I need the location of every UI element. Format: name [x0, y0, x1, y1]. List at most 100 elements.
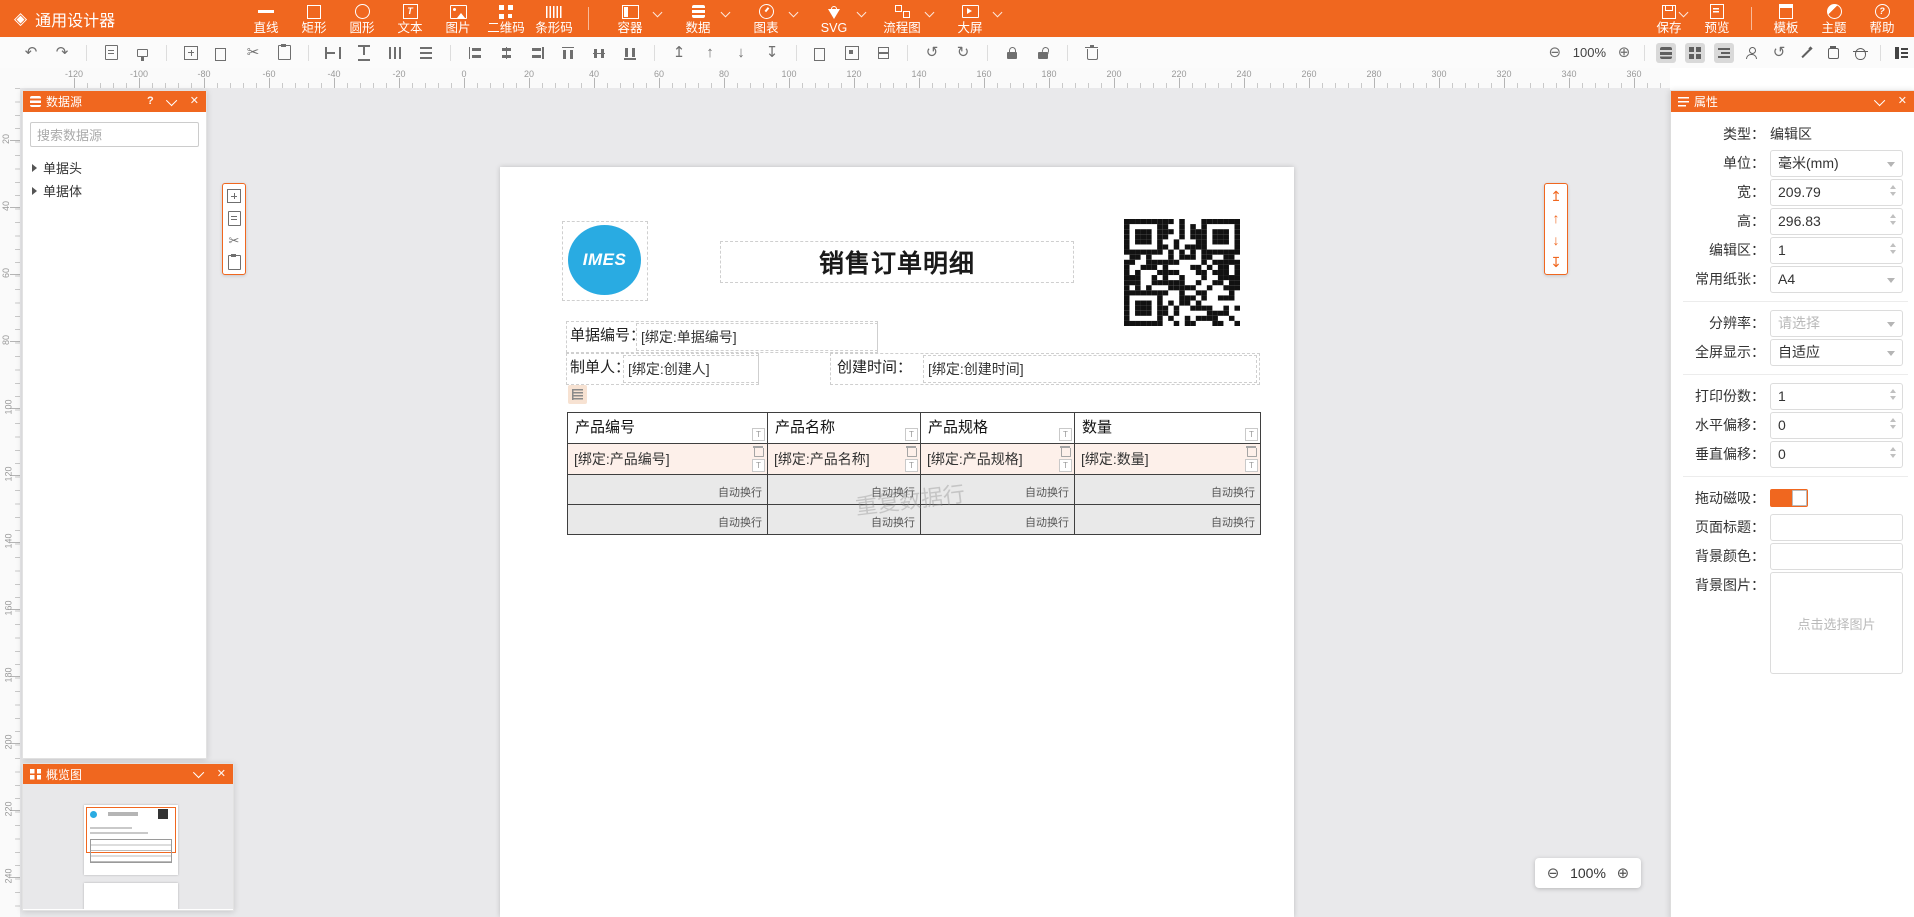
delete-binding-icon[interactable]: [754, 448, 764, 457]
table-autowrap-cell[interactable]: 自动换行: [1075, 505, 1261, 535]
datasource-tree-item[interactable]: 单据体: [23, 179, 206, 202]
datasource-tree-item[interactable]: 单据头: [23, 156, 206, 179]
align-center-icon[interactable]: [497, 44, 515, 62]
topbar-tool[interactable]: 流程图: [871, 0, 939, 37]
topbar-tool[interactable]: 文本: [386, 0, 434, 37]
spinner-icons[interactable]: [1890, 185, 1896, 196]
text-style-icon[interactable]: T: [1245, 428, 1258, 441]
table-autowrap-cell[interactable]: 自动换行: [768, 475, 921, 505]
equal-width-icon[interactable]: [324, 44, 342, 62]
property-text-input[interactable]: [1770, 543, 1903, 570]
background-image-picker[interactable]: 点击选择图片: [1770, 572, 1903, 674]
distribute-horizontal-icon[interactable]: [386, 44, 404, 62]
zoom-out-icon[interactable]: ⊖: [1546, 44, 1564, 62]
table-binding-cell[interactable]: [绑定:数量]T: [1075, 444, 1261, 475]
chevron-down-icon[interactable]: [857, 8, 867, 18]
text-style-icon[interactable]: T: [752, 459, 765, 472]
close-icon[interactable]: ✕: [217, 769, 226, 780]
property-number-input[interactable]: 1: [1770, 237, 1903, 264]
zoom-in-icon[interactable]: ⊕: [1615, 865, 1631, 881]
create-time-binding[interactable]: [绑定:创建时间]: [923, 355, 1257, 383]
text-style-icon[interactable]: T: [1059, 428, 1072, 441]
close-icon[interactable]: ✕: [1898, 96, 1907, 107]
company-logo[interactable]: IMES: [568, 225, 641, 295]
chevron-down-icon[interactable]: [721, 8, 731, 18]
delete-binding-icon[interactable]: [1061, 448, 1071, 457]
topbar-tool[interactable]: 数据: [667, 0, 735, 37]
unlock-icon[interactable]: [1034, 44, 1052, 62]
topbar-tool[interactable]: 帮助: [1858, 0, 1906, 37]
topbar-tool[interactable]: 图表: [735, 0, 803, 37]
cut-icon[interactable]: ✂: [244, 44, 262, 62]
topbar-tool[interactable]: 模板: [1762, 0, 1810, 37]
create-time-field[interactable]: 创建时间： [绑定:创建时间]: [830, 353, 1260, 385]
send-to-back-icon[interactable]: ↧: [763, 44, 781, 62]
topbar-tool[interactable]: 矩形: [290, 0, 338, 37]
table-autowrap-cell[interactable]: 自动换行: [568, 505, 768, 535]
topbar-tool[interactable]: 直线: [242, 0, 290, 37]
zoom-out-icon[interactable]: ⊖: [1545, 865, 1561, 881]
drag-snap-toggle[interactable]: [1770, 489, 1808, 507]
property-number-input[interactable]: 0: [1770, 412, 1903, 439]
topbar-tool[interactable]: 保存: [1645, 0, 1693, 37]
text-style-icon[interactable]: T: [905, 428, 918, 441]
property-select[interactable]: 毫米(mm): [1770, 150, 1903, 177]
datasource-search-input[interactable]: 搜索数据源: [30, 122, 199, 147]
new-document-icon[interactable]: [102, 44, 120, 62]
topbar-tool[interactable]: SVG: [803, 0, 871, 37]
overview-panel-toggle-icon[interactable]: [1685, 43, 1705, 63]
properties-panel-toggle-icon[interactable]: [1892, 44, 1910, 62]
chevron-down-icon[interactable]: [925, 8, 935, 18]
collapse-icon[interactable]: [1874, 94, 1885, 105]
rotate-right-icon[interactable]: ↻: [954, 44, 972, 62]
property-select[interactable]: 请选择: [1770, 310, 1903, 337]
text-style-icon[interactable]: T: [1245, 459, 1258, 472]
spinner-icons[interactable]: [1890, 243, 1896, 254]
table-autowrap-cell[interactable]: 自动换行: [568, 475, 768, 505]
delete-binding-icon[interactable]: [907, 448, 917, 457]
chevron-down-icon[interactable]: [993, 8, 1003, 18]
debug-icon[interactable]: [1851, 44, 1869, 62]
table-header-cell[interactable]: 产品规格T: [921, 413, 1075, 444]
delete-icon[interactable]: [1083, 44, 1101, 62]
overview-page-thumbnail[interactable]: [84, 805, 178, 875]
zoom-in-icon[interactable]: ⊕: [1615, 44, 1633, 62]
detail-table[interactable]: 产品编号T 产品名称T 产品规格T 数量T [绑定:产品编号]T [绑定:产品名…: [567, 412, 1261, 535]
undo-icon[interactable]: ↶: [22, 44, 40, 62]
text-style-icon[interactable]: T: [752, 428, 765, 441]
spinner-icons[interactable]: [1890, 389, 1896, 400]
text-style-icon[interactable]: T: [905, 459, 918, 472]
equal-height-icon[interactable]: [355, 44, 373, 62]
property-number-input[interactable]: 1: [1770, 383, 1903, 410]
align-right-icon[interactable]: [528, 44, 546, 62]
topbar-tool[interactable]: 图片: [434, 0, 482, 37]
design-canvas[interactable]: IMES 销售订单明细 单据编号： [绑定:单据编号] 制单人： [绑定:创建人…: [20, 88, 1670, 917]
caret-right-icon[interactable]: [32, 164, 37, 172]
redo-icon[interactable]: ↷: [53, 44, 71, 62]
user-icon[interactable]: [1743, 44, 1761, 62]
collapse-icon[interactable]: [193, 767, 204, 778]
send-to-back-icon[interactable]: ↧: [1548, 254, 1564, 270]
collapse-icon[interactable]: [166, 94, 177, 105]
property-select[interactable]: A4: [1770, 266, 1903, 293]
property-text-input[interactable]: [1770, 514, 1903, 541]
doc-number-field[interactable]: 单据编号： [绑定:单据编号]: [566, 321, 878, 353]
table-autowrap-cell[interactable]: 自动换行: [768, 505, 921, 535]
move-down-layer-icon[interactable]: ↓: [732, 44, 750, 62]
rotate-left-icon[interactable]: ↺: [923, 44, 941, 62]
creator-binding[interactable]: [绑定:创建人]: [623, 355, 759, 383]
add-region-icon[interactable]: [182, 44, 200, 62]
topbar-tool[interactable]: 预览: [1693, 0, 1741, 37]
overview-page2-thumbnail[interactable]: [84, 883, 178, 909]
chevron-down-icon[interactable]: [789, 8, 799, 18]
topbar-tool[interactable]: 二维码: [482, 0, 530, 37]
region-list-icon[interactable]: [226, 210, 242, 226]
table-header-cell[interactable]: 数量T: [1075, 413, 1261, 444]
move-up-layer-icon[interactable]: ↑: [1548, 210, 1564, 226]
qr-code[interactable]: [1124, 219, 1240, 326]
magic-wand-icon[interactable]: [1797, 44, 1815, 62]
caret-right-icon[interactable]: [32, 187, 37, 195]
topbar-tool[interactable]: 大屏: [939, 0, 1007, 37]
doc-number-binding[interactable]: [绑定:单据编号]: [636, 323, 878, 351]
table-autowrap-cell[interactable]: 自动换行: [921, 475, 1075, 505]
